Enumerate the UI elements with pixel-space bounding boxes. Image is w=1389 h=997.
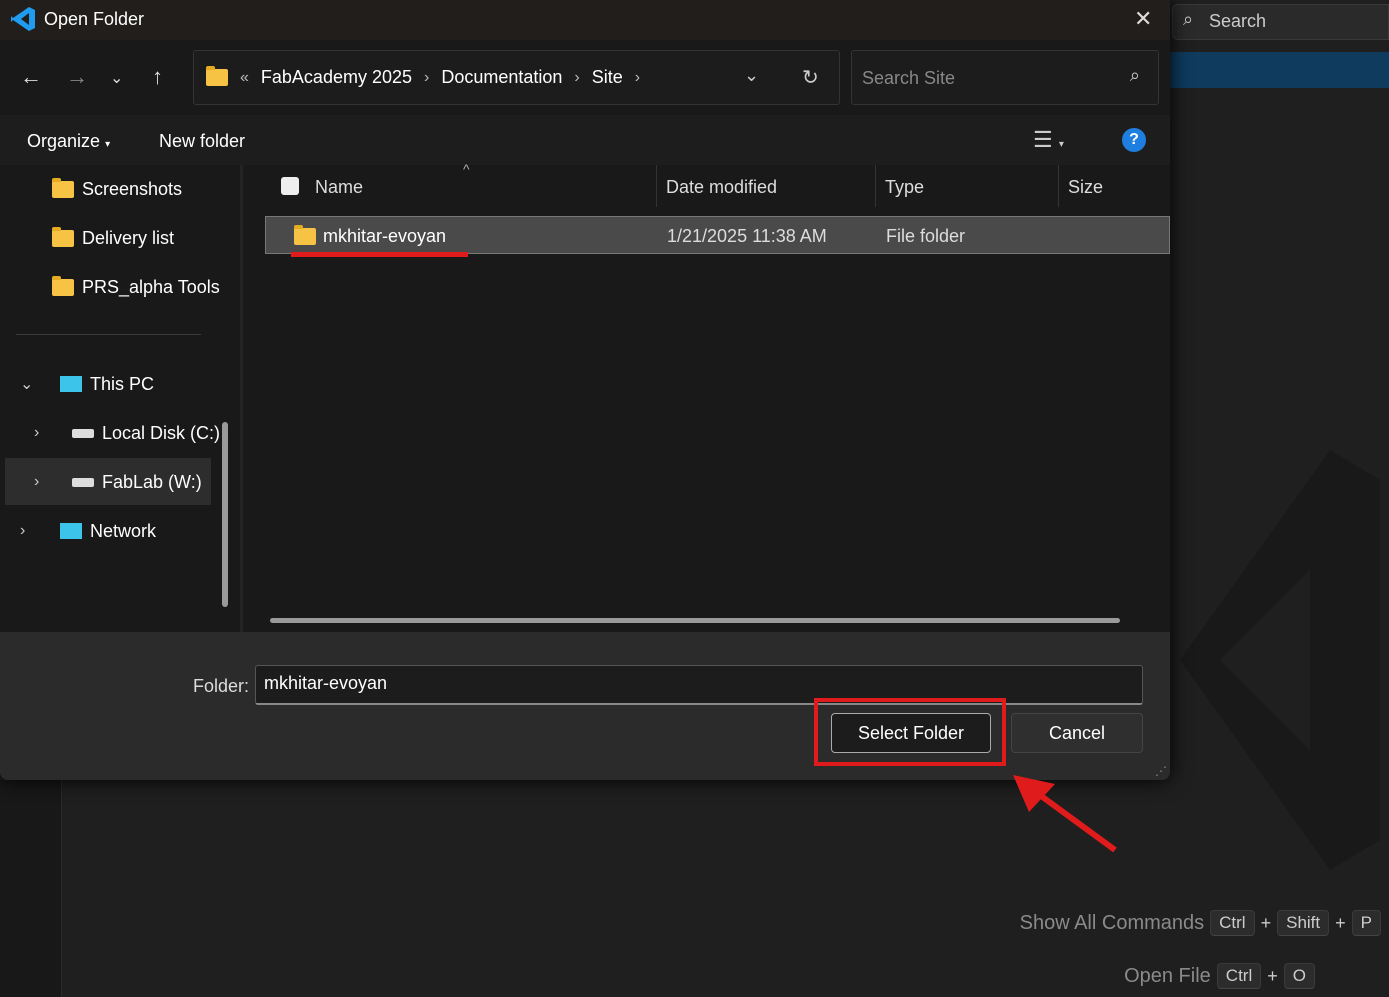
folder-icon [206,66,228,86]
search-icon: ⌕ [1183,9,1194,29]
vscode-search-label: Search [1209,11,1267,31]
command-hint-open-file: Open File Ctrl + O [1124,963,1315,989]
red-box-annotation [814,698,1006,766]
chevron-right-icon[interactable]: › [34,473,48,491]
command-hint-show-all: Show All Commands Ctrl + Shift + P [1020,910,1381,936]
pane-splitter[interactable] [240,165,243,632]
recent-chevron-icon[interactable]: ⌄ [110,68,123,88]
sidebar-item-network[interactable]: › Network [20,507,156,555]
monitor-icon [60,376,82,392]
sort-ascending-icon: ^ [463,161,470,177]
forward-icon[interactable]: → [66,64,88,90]
vscode-activity-bar [0,780,62,997]
file-date: 1/21/2025 11:38 AM [667,226,827,246]
view-options-icon[interactable]: ☰ ▾ [1033,127,1064,153]
file-name: mkhitar-evoyan [323,226,447,246]
search-input[interactable]: Search Site ⌕ [851,50,1159,105]
navigation-pane: Screenshots Delivery list PRS_alpha Tool… [0,165,240,632]
divider [16,334,201,335]
folder-icon [294,225,316,245]
sidebar-item-prs-alpha-tools[interactable]: PRS_alpha Tools [52,263,220,311]
sidebar-item-local-disk[interactable]: › Local Disk (C:) [34,409,220,457]
file-type: File folder [886,226,966,246]
sidebar-item-this-pc[interactable]: ⌄ This PC [20,360,154,408]
drive-icon [72,428,94,438]
breadcrumb-item[interactable]: Documentation [441,67,562,88]
command-bar: Organize ▾ New folder ☰ ▾ ? [0,115,1170,165]
address-bar[interactable]: « FabAcademy 2025 › Documentation › Site › … [193,50,840,105]
new-folder-button[interactable]: New folder [159,131,245,152]
back-icon[interactable]: ← [20,64,42,90]
table-row[interactable]: mkhitar-evoyan 1/21/2025 11:38 AM File f… [265,216,1170,254]
close-icon[interactable]: ✕ [1134,6,1152,32]
red-arrow-annotation [1013,775,1117,853]
folder-icon [52,177,74,198]
sidebar-item-delivery-list[interactable]: Delivery list [52,214,174,262]
column-size[interactable]: Size [1068,177,1103,198]
sidebar-scrollbar[interactable] [222,422,228,607]
organize-button[interactable]: Organize ▾ [27,131,110,152]
title-bar: Open Folder ✕ [0,0,1170,40]
breadcrumb-item[interactable]: FabAcademy 2025 [261,67,412,88]
sidebar-item-fablab[interactable]: › FabLab (W:) [34,458,202,506]
network-icon [60,523,82,539]
chevron-down-icon[interactable]: ⌄ [744,65,759,86]
up-icon[interactable]: ↑ [152,64,163,90]
dialog-title: Open Folder [44,9,145,29]
vscode-search-box[interactable]: ⌕ Search [1172,4,1389,40]
vscode-selected-band [1170,52,1389,88]
folder-icon [52,275,74,296]
folder-icon [52,226,74,247]
vscode-watermark-logo [1180,450,1380,870]
search-icon: ⌕ [1129,65,1140,85]
column-name[interactable]: Name [315,177,363,198]
column-date-modified[interactable]: Date modified [666,177,777,198]
breadcrumb-item[interactable]: Site [592,67,623,88]
resize-grip-icon[interactable]: ⋰ [1155,764,1167,778]
chevron-down-icon[interactable]: ⌄ [20,374,34,394]
horizontal-scrollbar[interactable] [270,618,1120,623]
chevron-right-icon[interactable]: › [34,424,48,442]
drive-icon [72,477,94,487]
red-underline-annotation [291,252,468,257]
refresh-icon[interactable]: ↻ [802,65,819,90]
select-all-checkbox[interactable] [281,177,299,195]
help-icon[interactable]: ? [1122,128,1146,152]
chevron-right-icon[interactable]: › [20,522,34,540]
column-type[interactable]: Type [885,177,924,198]
cancel-button[interactable]: Cancel [1011,713,1143,753]
overflow-icon[interactable]: « [240,69,249,87]
folder-label: Folder: [193,676,250,696]
sidebar-item-screenshots[interactable]: Screenshots [52,165,182,213]
open-folder-dialog: Open Folder ✕ ← → ⌄ ↑ « FabAcademy 2025 ›… [0,0,1170,780]
column-headers: ^ Name Date modified Type Size [265,161,1170,210]
folder-input[interactable]: mkhitar-evoyan [255,665,1143,705]
vscode-icon [11,7,35,31]
